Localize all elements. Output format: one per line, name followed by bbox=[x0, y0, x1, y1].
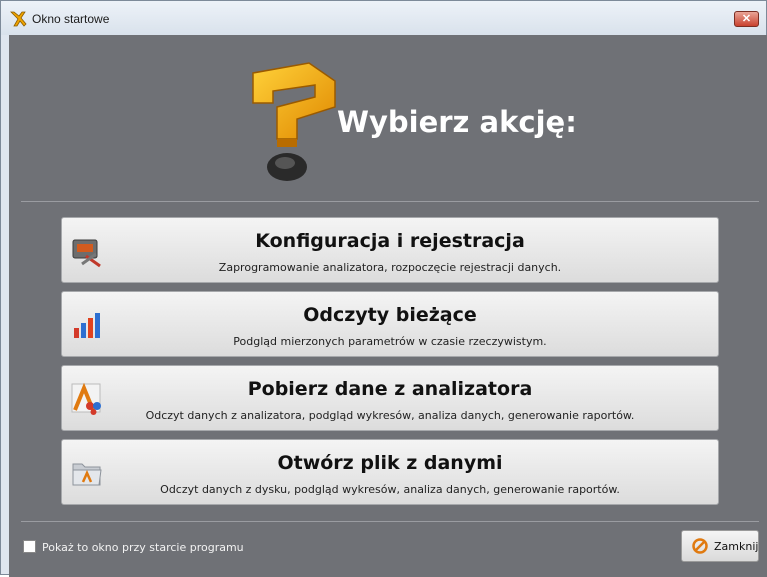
action-description: Odczyt danych z dysku, podgląd wykresów,… bbox=[160, 483, 620, 496]
close-circle-icon bbox=[692, 538, 708, 554]
top-divider bbox=[21, 201, 759, 202]
start-window: Okno startowe ✕ Wybierz akcję: Konfigura… bbox=[0, 0, 767, 577]
close-button[interactable]: Zamknij bbox=[681, 530, 759, 562]
close-button-label: Zamknij bbox=[714, 540, 759, 553]
action-title: Pobierz dane z analizatora bbox=[247, 378, 533, 400]
page-heading: Wybierz akcję: bbox=[337, 105, 577, 139]
action-open-file[interactable]: Otwórz plik z danymi Odczyt danych z dys… bbox=[61, 439, 719, 505]
show-at-startup-checkbox[interactable] bbox=[23, 540, 36, 553]
content-area: Wybierz akcję: Konfiguracja i rejestracj… bbox=[9, 35, 767, 577]
action-configuration[interactable]: Konfiguracja i rejestracja Zaprogramowan… bbox=[61, 217, 719, 283]
action-description: Odczyt danych z analizatora, podgląd wyk… bbox=[145, 409, 635, 422]
action-description: Podgląd mierzonych parametrów w czasie r… bbox=[233, 335, 547, 348]
action-title: Otwórz plik z danymi bbox=[277, 452, 503, 474]
action-live-readings[interactable]: Odczyty bieżące Podgląd mierzonych param… bbox=[61, 291, 719, 357]
action-description: Zaprogramowanie analizatora, rozpoczęcie… bbox=[218, 261, 562, 274]
bottom-divider bbox=[21, 521, 759, 522]
startup-option[interactable]: Pokaż to okno przy starcie programu bbox=[23, 540, 244, 554]
window-title: Okno startowe bbox=[32, 12, 110, 26]
question-logo-icon bbox=[252, 62, 336, 181]
action-title: Odczyty bieżące bbox=[303, 304, 477, 326]
action-download-data[interactable]: Pobierz dane z analizatora Odczyt danych… bbox=[61, 365, 719, 431]
startup-label: Pokaż to okno przy starcie programu bbox=[42, 541, 244, 554]
window-close-button[interactable]: ✕ bbox=[734, 11, 759, 27]
action-title: Konfiguracja i rejestracja bbox=[255, 230, 525, 252]
app-icon bbox=[10, 11, 27, 27]
title-bar: Okno startowe ✕ bbox=[1, 1, 766, 35]
